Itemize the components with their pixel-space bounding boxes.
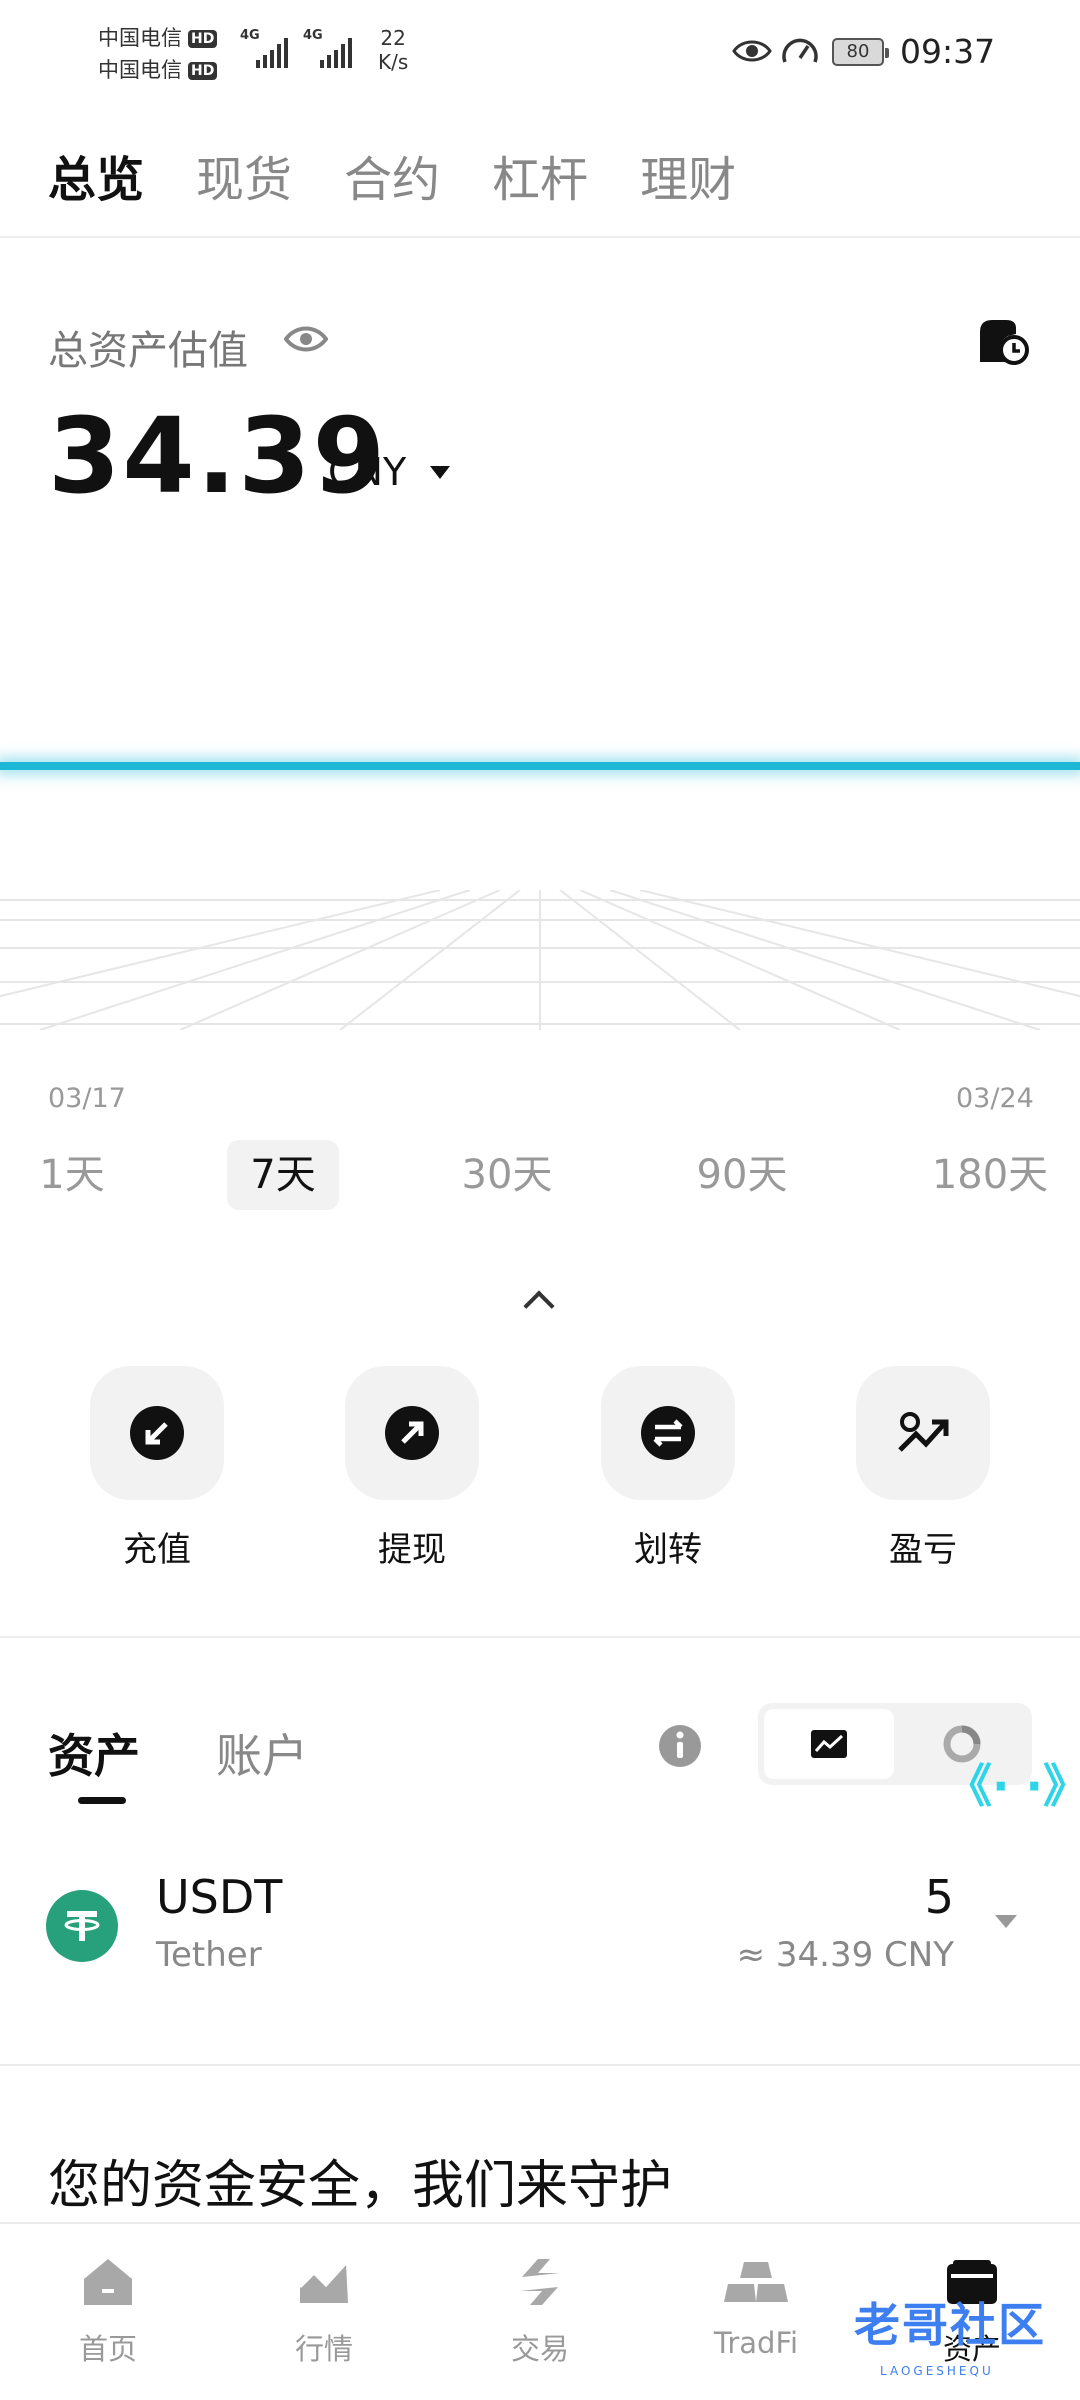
eye-icon (732, 40, 772, 62)
tab-margin[interactable]: 杠杆 (492, 140, 588, 210)
gold-bars-icon (724, 2262, 788, 2302)
coin-value: ≈ 34.39 CNY (736, 1935, 954, 1975)
coin-quantity: 5 (924, 1870, 954, 1924)
nav-markets[interactable]: 行情 (234, 2254, 414, 2368)
caret-down-icon[interactable] (430, 466, 450, 479)
signal-icon (320, 38, 352, 68)
withdraw-button[interactable]: 提现 (345, 1366, 479, 1571)
total-asset-label: 总资产估值 (48, 328, 248, 374)
time-range-selector: 1天 7天 30天 90天 180天 (0, 1140, 1080, 1210)
pnl-button[interactable]: 盈亏 (856, 1366, 990, 1571)
transfer-icon (641, 1406, 695, 1460)
status-bar: 中国电信 HD 中国电信 HD 4G 4G 22 K/s 80 09:37 (0, 0, 1080, 100)
speedometer-icon (782, 38, 818, 63)
floating-assistant-widget[interactable]: 《· ·》 (946, 1758, 1080, 1814)
security-banner-title: 您的资金安全，我们来守护 (48, 2156, 673, 2216)
chart-perspective-grid (0, 890, 1080, 1030)
range-30d[interactable]: 30天 (445, 1140, 569, 1210)
transfer-button[interactable]: 划转 (601, 1366, 735, 1571)
expand-caret-icon[interactable] (995, 1915, 1017, 1928)
tab-spot[interactable]: 现货 (196, 140, 292, 210)
nav-home[interactable]: 首页 (18, 2254, 198, 2368)
profit-loss-icon (898, 1412, 949, 1452)
range-1d[interactable]: 1天 (20, 1140, 124, 1210)
collapse-chevron-up-icon[interactable] (523, 1290, 555, 1322)
trend-chart-icon (811, 1730, 847, 1758)
home-icon (84, 2259, 132, 2305)
site-watermark-subtext: LAOGESHEQU (880, 2364, 994, 2378)
deposit-icon (130, 1406, 184, 1460)
trend-view-button[interactable] (764, 1709, 894, 1779)
withdraw-icon (385, 1406, 439, 1460)
asset-history-icon[interactable] (976, 314, 1030, 366)
chart-end-date: 03/24 (956, 1083, 1034, 1114)
carrier-2: 中国电信 HD (98, 54, 218, 84)
tab-active-underline (78, 1797, 126, 1804)
holdings-divider (0, 2064, 1080, 2066)
carrier-1: 中国电信 HD (98, 22, 218, 52)
visibility-toggle-eye-icon[interactable] (284, 322, 328, 356)
tab-accounts[interactable]: 账户 (216, 1720, 308, 1786)
tabs-divider (0, 236, 1080, 238)
battery-indicator: 80 (832, 38, 889, 66)
tab-assets[interactable]: 资产 (48, 1720, 140, 1786)
nav-tradfi[interactable]: TradFi (666, 2254, 846, 2360)
markets-chart-icon (298, 2261, 348, 2303)
deposit-button[interactable]: 充值 (90, 1366, 224, 1571)
currency-selector[interactable]: CNY (328, 450, 406, 494)
signal-icon (256, 38, 288, 68)
info-icon[interactable] (658, 1724, 702, 1768)
coin-symbol[interactable]: USDT (156, 1870, 282, 1924)
section-divider (0, 1636, 1080, 1638)
trade-swap-icon (520, 2259, 560, 2305)
range-180d[interactable]: 180天 (922, 1140, 1058, 1210)
tab-futures[interactable]: 合约 (344, 140, 440, 210)
chart-start-date: 03/17 (48, 1083, 126, 1114)
range-90d[interactable]: 90天 (680, 1140, 804, 1210)
tab-overview[interactable]: 总览 (48, 140, 144, 210)
nav-trade[interactable]: 交易 (450, 2254, 630, 2368)
top-tabs: 总览 现货 合约 杠杆 理财 (48, 140, 736, 210)
coin-fullname: Tether (156, 1935, 262, 1975)
range-7d[interactable]: 7天 (227, 1140, 339, 1210)
clock: 09:37 (900, 32, 996, 71)
net-speed: 22 K/s (378, 26, 409, 74)
balance-chart-line (0, 762, 1080, 770)
usdt-coin-icon (46, 1890, 118, 1962)
tab-earn[interactable]: 理财 (640, 140, 736, 210)
